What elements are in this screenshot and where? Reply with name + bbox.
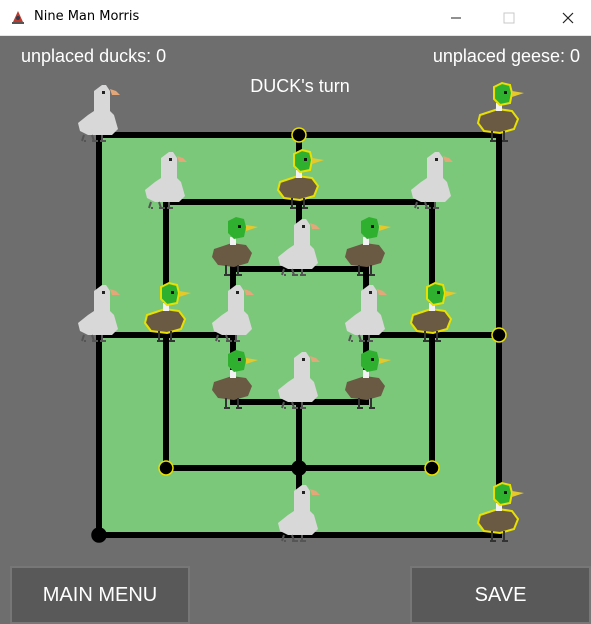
minimize-button[interactable] [433, 0, 479, 35]
game-board[interactable] [0, 36, 591, 624]
unplaced-geese-label: unplaced geese: 0 [432, 46, 580, 66]
minimize-icon [451, 17, 461, 18]
board-point-f2[interactable] [424, 460, 440, 476]
maximize-icon [503, 12, 515, 23]
save-button[interactable]: SAVE [410, 566, 591, 624]
main-menu-button[interactable]: MAIN MENU [10, 566, 190, 624]
maximize-button[interactable] [486, 0, 532, 35]
close-icon [562, 12, 574, 23]
title-bar: Nine Man Morris [0, 0, 591, 36]
board-point-d7[interactable] [291, 127, 307, 143]
unplaced-ducks-label: unplaced ducks: 0 [21, 46, 167, 66]
window-title: Nine Man Morris [34, 9, 140, 24]
close-button[interactable] [545, 0, 591, 35]
game-panel: unplaced ducks: 0 unplaced geese: 0 DUCK… [0, 36, 591, 624]
java-app-icon [10, 9, 26, 25]
board-point-a1[interactable] [91, 527, 107, 543]
turn-indicator: DUCK's turn [250, 76, 350, 96]
board-point-b2[interactable] [158, 460, 174, 476]
board-point-g4[interactable] [491, 327, 507, 343]
board-point-d2[interactable] [291, 460, 307, 476]
